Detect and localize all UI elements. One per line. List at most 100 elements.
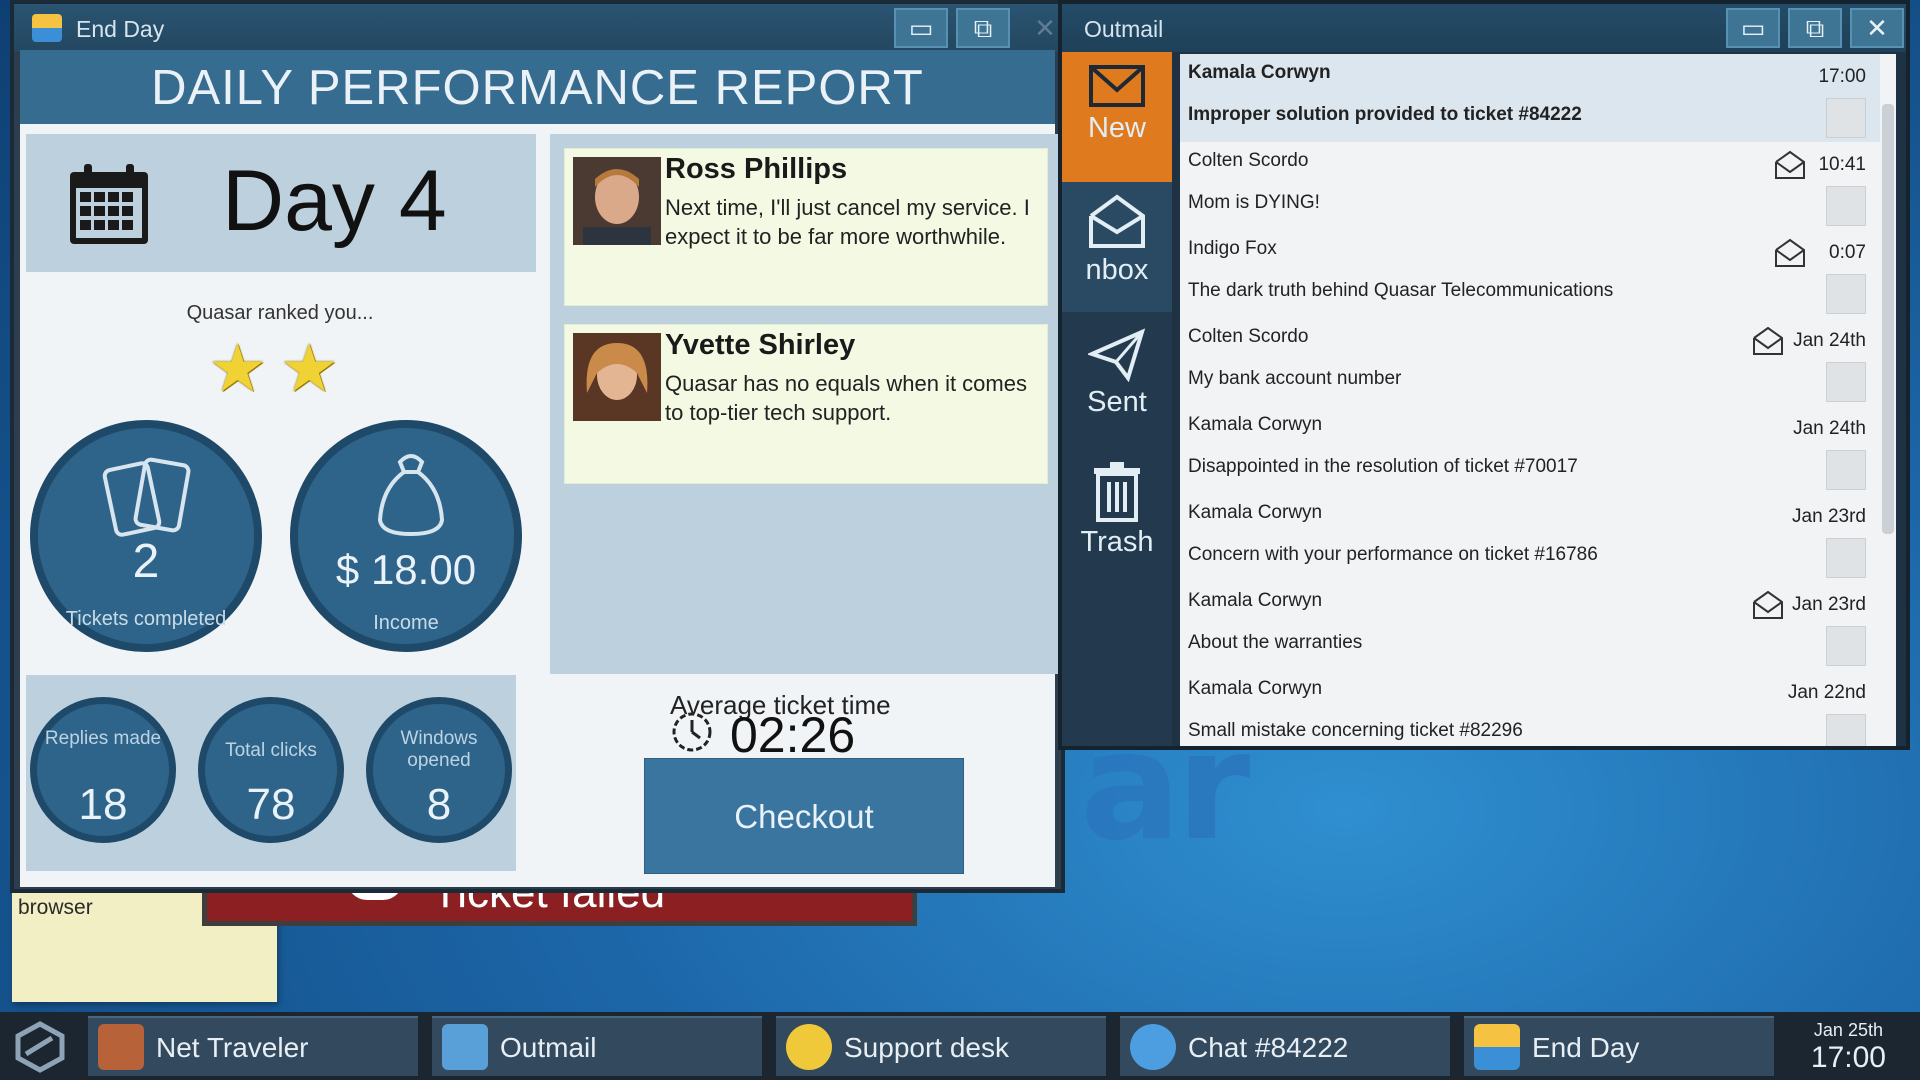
taskbar: Net Traveler Outmail Support desk Chat #… — [0, 1012, 1920, 1080]
mail-row[interactable]: Colten Scordo Mom is DYING! 10:41 — [1180, 142, 1880, 230]
mail-scrollbar[interactable] — [1882, 104, 1894, 534]
review-text: Next time, I'll just cancel my service. … — [665, 195, 1030, 249]
delete-mail-button[interactable] — [1826, 538, 1866, 578]
mail-time: Jan 22nd — [1787, 682, 1866, 703]
mail-time: Jan 23rd — [1792, 594, 1866, 615]
outmail-titlebar[interactable]: Outmail ▭ ⧉ ✕ — [1062, 4, 1906, 52]
window-title: End Day — [76, 16, 165, 42]
replied-envelope-icon — [1753, 326, 1783, 355]
mail-app-icon — [442, 1024, 488, 1070]
mail-subject: Disappointed in the resolution of ticket… — [1188, 456, 1578, 477]
ticket-cards-icon — [102, 457, 191, 537]
mail-row[interactable]: Kamala Corwyn Concern with your performa… — [1180, 494, 1880, 582]
taskbar-label: Support desk — [844, 1032, 1009, 1063]
review-card: Yvette Shirley Quasar has no equals when… — [564, 324, 1048, 484]
trash-can-icon — [1094, 462, 1140, 522]
maximize-button[interactable]: ⧉ — [1788, 8, 1842, 48]
fox-browser-icon — [98, 1024, 144, 1070]
avatar — [573, 333, 661, 421]
total-clicks-value: 78 — [246, 780, 296, 829]
maximize-button[interactable]: ⧉ — [956, 8, 1010, 48]
sidebar-item-trash[interactable]: Trash — [1062, 450, 1172, 580]
reviews-panel: Ross Phillips Next time, I'll just cance… — [550, 134, 1060, 674]
envelope-open-icon — [1089, 194, 1145, 248]
sunset-icon — [1474, 1024, 1520, 1070]
star-icon: ★ — [279, 331, 339, 405]
end-day-window: End Day ▭ ⧉ ✕ DAILY PERFORMANCE REPORT D… — [10, 0, 1065, 893]
delete-mail-button[interactable] — [1826, 186, 1866, 226]
clock-icon — [672, 712, 712, 752]
mail-sender: Kamala Corwyn — [1188, 62, 1331, 83]
sidebar-item-inbox[interactable]: nbox — [1062, 182, 1172, 312]
review-card: Ross Phillips Next time, I'll just cance… — [564, 148, 1048, 306]
sidebar-item-new[interactable]: New — [1062, 52, 1172, 182]
mail-subject: About the warranties — [1188, 632, 1363, 653]
minimize-button[interactable]: ▭ — [1726, 8, 1780, 48]
delete-mail-button[interactable] — [1826, 714, 1866, 746]
taskbar-item-net-traveler[interactable]: Net Traveler — [88, 1016, 418, 1076]
lightbulb-icon — [786, 1024, 832, 1070]
delete-mail-button[interactable] — [1826, 98, 1866, 138]
replies-made-circle: Replies made 18 — [30, 697, 176, 843]
taskbar-item-end-day[interactable]: End Day — [1464, 1016, 1774, 1076]
avg-ticket-value: 02:26 — [730, 707, 856, 763]
day-panel: Day 4 — [26, 134, 536, 272]
envelope-closed-icon — [1089, 65, 1145, 107]
star-rating: ★ ★ — [208, 330, 347, 407]
tickets-completed-label: Tickets completed — [65, 608, 227, 630]
performance-report: DAILY PERFORMANCE REPORT Day 4 Quasar ra… — [20, 50, 1060, 887]
mail-time: Jan 24th — [1793, 330, 1866, 351]
tickets-completed-circle: 2 Tickets completed — [30, 420, 262, 652]
close-button[interactable]: ✕ — [1850, 8, 1904, 48]
review-author: Ross Phillips — [665, 153, 848, 185]
taskbar-item-support-desk[interactable]: Support desk — [776, 1016, 1106, 1076]
end-day-titlebar[interactable]: End Day ▭ ⧉ ✕ — [14, 4, 1061, 52]
clock-time: 17:00 — [1810, 1041, 1886, 1074]
taskbar-item-chat[interactable]: Chat #84222 — [1120, 1016, 1450, 1076]
sidebar-label: Sent — [1087, 386, 1147, 418]
mail-list: Kamala Corwyn Improper solution provided… — [1180, 54, 1896, 746]
mail-time: 0:07 — [1829, 242, 1866, 263]
taskbar-label: Chat #84222 — [1188, 1032, 1349, 1063]
review-author: Yvette Shirley — [665, 329, 856, 361]
mail-row[interactable]: Kamala Corwyn Disappointed in the resolu… — [1180, 406, 1880, 494]
day-label: Day 4 — [222, 153, 447, 249]
mail-row[interactable]: Kamala Corwyn About the warranties Jan 2… — [1180, 582, 1880, 670]
mail-row[interactable]: Kamala Corwyn Small mistake concerning t… — [1180, 670, 1880, 746]
delete-mail-button[interactable] — [1826, 362, 1866, 402]
replied-envelope-icon — [1775, 238, 1805, 267]
replies-made-value: 18 — [78, 780, 128, 829]
taskbar-label: Outmail — [500, 1032, 597, 1063]
start-logo-icon[interactable] — [12, 1020, 68, 1074]
sidebar-item-sent[interactable]: Sent — [1062, 316, 1172, 446]
replied-envelope-icon — [1775, 150, 1805, 179]
clock-date: Jan 25th — [1813, 1020, 1883, 1040]
calendar-icon — [70, 164, 148, 244]
mail-sender: Indigo Fox — [1188, 238, 1277, 259]
mail-subject: My bank account number — [1188, 368, 1402, 389]
total-clicks-label: Total clicks — [225, 740, 317, 761]
sidebar-label: nbox — [1085, 254, 1149, 286]
review-text: Quasar has no equals when it comes to to… — [665, 371, 1027, 425]
taskbar-item-outmail[interactable]: Outmail — [432, 1016, 762, 1076]
sticky-note-text: browser — [18, 896, 93, 919]
mail-sender: Kamala Corwyn — [1188, 414, 1323, 435]
mail-time: 10:41 — [1818, 154, 1866, 175]
stats-panel: Replies made 18 Total clicks 78 Windows … — [26, 675, 516, 871]
replied-envelope-icon — [1753, 590, 1783, 619]
mail-row[interactable]: Indigo Fox The dark truth behind Quasar … — [1180, 230, 1880, 318]
mail-time: Jan 23rd — [1792, 506, 1866, 527]
income-label: Income — [373, 612, 439, 634]
income-value: $ 18.00 — [335, 546, 477, 593]
mail-row[interactable]: Kamala Corwyn Improper solution provided… — [1180, 54, 1880, 142]
delete-mail-button[interactable] — [1826, 626, 1866, 666]
mail-row[interactable]: Colten Scordo My bank account number Jan… — [1180, 318, 1880, 406]
checkout-button[interactable]: Checkout — [644, 758, 964, 874]
delete-mail-button[interactable] — [1826, 274, 1866, 314]
mail-time: 17:00 — [1818, 66, 1866, 87]
delete-mail-button[interactable] — [1826, 450, 1866, 490]
total-clicks-circle: Total clicks 78 — [198, 697, 344, 843]
replies-made-label: Replies made — [44, 728, 162, 749]
minimize-button[interactable]: ▭ — [894, 8, 948, 48]
rank-text: Quasar ranked you... — [186, 302, 374, 324]
